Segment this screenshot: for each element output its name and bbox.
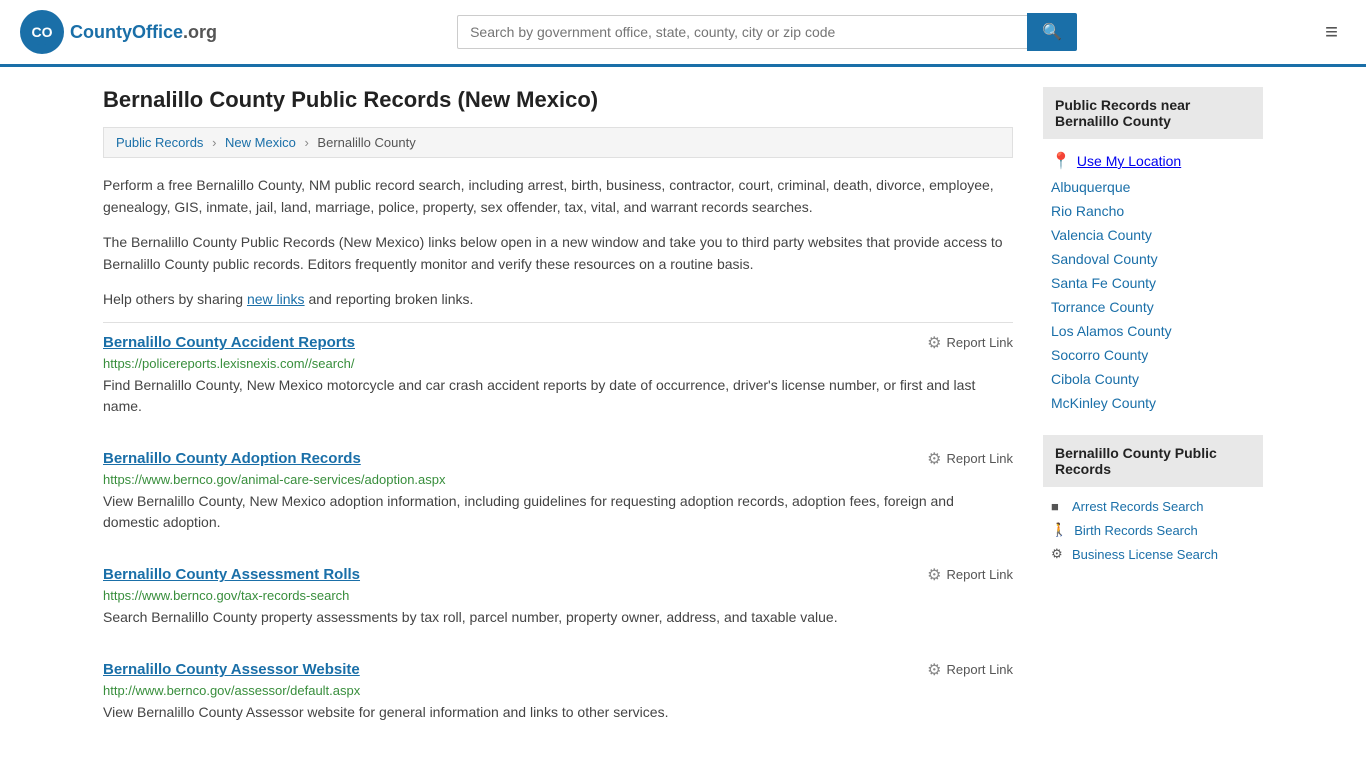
record-url-2[interactable]: https://www.bernco.gov/tax-records-searc… <box>103 588 1013 603</box>
breadcrumb-new-mexico[interactable]: New Mexico <box>225 135 296 150</box>
header: CO CountyOffice.org 🔍 ≡ <box>0 0 1366 67</box>
main-container: Bernalillo County Public Records (New Me… <box>83 67 1283 775</box>
breadcrumb-sep-1: › <box>212 135 216 150</box>
use-my-location[interactable]: 📍 Use My Location <box>1043 147 1263 175</box>
nearby-links-list: Albuquerque Rio Rancho Valencia County Sand… <box>1043 175 1263 415</box>
content-divider <box>103 322 1013 323</box>
record-url-0[interactable]: https://policereports.lexisnexis.com//se… <box>103 356 1013 371</box>
sidebar-nearby-item: Socorro County <box>1043 343 1263 367</box>
report-icon-0: ⚙ <box>927 333 941 353</box>
breadcrumb-current: Bernalillo County <box>317 135 415 150</box>
sidebar-record-icon-1: 🚶 <box>1051 522 1067 538</box>
description-3: Help others by sharing new links and rep… <box>103 288 1013 310</box>
search-icon: 🔍 <box>1042 24 1062 41</box>
sidebar-nearby-item: Cibola County <box>1043 367 1263 391</box>
logo-suffix: .org <box>183 22 217 42</box>
report-link-button-1[interactable]: ⚙ Report Link <box>927 449 1013 469</box>
sidebar-nearby-link-8[interactable]: Cibola County <box>1051 371 1139 387</box>
record-header: Bernalillo County Adoption Records ⚙ Rep… <box>103 449 1013 469</box>
record-header: Bernalillo County Assessment Rolls ⚙ Rep… <box>103 565 1013 585</box>
sidebar-nearby-link-9[interactable]: McKinley County <box>1051 395 1156 411</box>
record-header: Bernalillo County Assessor Website ⚙ Rep… <box>103 660 1013 680</box>
record-url-3[interactable]: http://www.bernco.gov/assessor/default.a… <box>103 683 1013 698</box>
breadcrumb-public-records[interactable]: Public Records <box>116 135 203 150</box>
record-desc-0: Find Bernalillo County, New Mexico motor… <box>103 375 1013 417</box>
sidebar-record-icon-2: ⚙ <box>1051 546 1065 562</box>
sidebar-nearby-item: Santa Fe County <box>1043 271 1263 295</box>
search-input[interactable] <box>457 15 1027 49</box>
record-desc-3: View Bernalillo County Assessor website … <box>103 702 1013 723</box>
record-url-1[interactable]: https://www.bernco.gov/animal-care-servi… <box>103 472 1013 487</box>
location-icon: 📍 <box>1051 151 1071 171</box>
breadcrumb: Public Records › New Mexico › Bernalillo… <box>103 127 1013 158</box>
sidebar: Public Records near Bernalillo County 📍 … <box>1043 87 1263 755</box>
report-icon-2: ⚙ <box>927 565 941 585</box>
search-button[interactable]: 🔍 <box>1027 13 1077 51</box>
sidebar-nearby-link-1[interactable]: Rio Rancho <box>1051 203 1124 219</box>
search-area: 🔍 <box>457 13 1077 51</box>
sidebar-records-title: Bernalillo County Public Records <box>1043 435 1263 487</box>
menu-button[interactable]: ≡ <box>1317 15 1346 49</box>
sidebar-record-item: ■ Arrest Records Search <box>1043 495 1263 518</box>
description-1: Perform a free Bernalillo County, NM pub… <box>103 174 1013 219</box>
sidebar-nearby-item: Sandoval County <box>1043 247 1263 271</box>
description-2: The Bernalillo County Public Records (Ne… <box>103 231 1013 276</box>
report-label-1: Report Link <box>947 451 1013 466</box>
sidebar-nearby-link-0[interactable]: Albuquerque <box>1051 179 1130 195</box>
breadcrumb-sep-2: › <box>304 135 308 150</box>
records-links-list: ■ Arrest Records Search 🚶 Birth Records … <box>1043 495 1263 566</box>
record-title-0[interactable]: Bernalillo County Accident Reports <box>103 334 355 351</box>
sidebar-record-link-0[interactable]: Arrest Records Search <box>1072 499 1204 514</box>
report-link-button-2[interactable]: ⚙ Report Link <box>927 565 1013 585</box>
use-my-location-link[interactable]: Use My Location <box>1077 153 1181 169</box>
sidebar-nearby-title: Public Records near Bernalillo County <box>1043 87 1263 139</box>
report-label-0: Report Link <box>947 335 1013 350</box>
sidebar-nearby-link-6[interactable]: Los Alamos County <box>1051 323 1172 339</box>
new-links-link[interactable]: new links <box>247 291 305 307</box>
record-item: Bernalillo County Accident Reports ⚙ Rep… <box>103 333 1013 427</box>
sidebar-record-link-1[interactable]: Birth Records Search <box>1074 523 1198 538</box>
sidebar-nearby-item: Albuquerque <box>1043 175 1263 199</box>
sidebar-nearby-item: Torrance County <box>1043 295 1263 319</box>
report-icon-3: ⚙ <box>927 660 941 680</box>
svg-text:CO: CO <box>32 24 53 40</box>
sidebar-record-icon-0: ■ <box>1051 499 1065 514</box>
logo-text: CountyOffice.org <box>70 22 217 43</box>
sidebar-record-item: ⚙ Business License Search <box>1043 542 1263 566</box>
sidebar-nearby-link-3[interactable]: Sandoval County <box>1051 251 1158 267</box>
sidebar-nearby-item: McKinley County <box>1043 391 1263 415</box>
sidebar-record-link-2[interactable]: Business License Search <box>1072 547 1218 562</box>
record-title-3[interactable]: Bernalillo County Assessor Website <box>103 661 360 678</box>
record-item: Bernalillo County Assessor Website ⚙ Rep… <box>103 660 1013 733</box>
sidebar-nearby-item: Rio Rancho <box>1043 199 1263 223</box>
record-desc-2: Search Bernalillo County property assess… <box>103 607 1013 628</box>
logo-name: CountyOffice <box>70 22 183 42</box>
sidebar-nearby-link-2[interactable]: Valencia County <box>1051 227 1152 243</box>
report-link-button-0[interactable]: ⚙ Report Link <box>927 333 1013 353</box>
sidebar-nearby-link-7[interactable]: Socorro County <box>1051 347 1148 363</box>
desc3-suffix: and reporting broken links. <box>305 291 474 307</box>
record-desc-1: View Bernalillo County, New Mexico adopt… <box>103 491 1013 533</box>
report-label-3: Report Link <box>947 662 1013 677</box>
sidebar-nearby-item: Valencia County <box>1043 223 1263 247</box>
record-title-1[interactable]: Bernalillo County Adoption Records <box>103 450 361 467</box>
report-link-button-3[interactable]: ⚙ Report Link <box>927 660 1013 680</box>
sidebar-record-item: 🚶 Birth Records Search <box>1043 518 1263 542</box>
sidebar-nearby-item: Los Alamos County <box>1043 319 1263 343</box>
record-item: Bernalillo County Adoption Records ⚙ Rep… <box>103 449 1013 543</box>
content-area: Bernalillo County Public Records (New Me… <box>103 87 1013 755</box>
logo-icon: CO <box>20 10 64 54</box>
logo-area: CO CountyOffice.org <box>20 10 217 54</box>
report-label-2: Report Link <box>947 567 1013 582</box>
record-item: Bernalillo County Assessment Rolls ⚙ Rep… <box>103 565 1013 638</box>
report-icon-1: ⚙ <box>927 449 941 469</box>
desc3-prefix: Help others by sharing <box>103 291 247 307</box>
records-container: Bernalillo County Accident Reports ⚙ Rep… <box>103 333 1013 733</box>
record-header: Bernalillo County Accident Reports ⚙ Rep… <box>103 333 1013 353</box>
sidebar-nearby-link-5[interactable]: Torrance County <box>1051 299 1154 315</box>
record-title-2[interactable]: Bernalillo County Assessment Rolls <box>103 566 360 583</box>
menu-icon: ≡ <box>1325 19 1338 44</box>
sidebar-nearby-link-4[interactable]: Santa Fe County <box>1051 275 1156 291</box>
page-title: Bernalillo County Public Records (New Me… <box>103 87 1013 113</box>
